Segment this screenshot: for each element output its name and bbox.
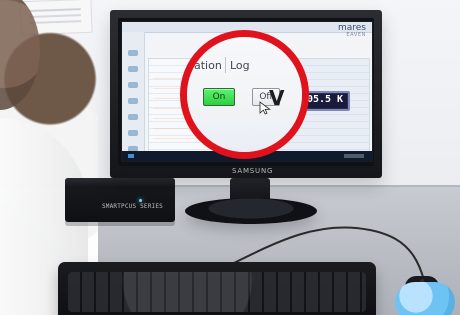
tab-divider (225, 57, 226, 73)
mouse-cursor-icon (259, 100, 273, 115)
zoom-tabs: ation Log (194, 53, 302, 75)
left-tool-icon (128, 98, 138, 104)
screen-brand-small: EAVEN (346, 32, 366, 38)
tab-ation[interactable]: ation (194, 59, 222, 72)
device-top (65, 178, 175, 188)
monitor-brand: SAMSUNG (232, 167, 274, 175)
on-button[interactable]: On (203, 88, 235, 106)
left-tool-icon (128, 66, 138, 72)
left-tool-icon (128, 114, 138, 120)
left-tool-icon (128, 50, 138, 56)
monitor-stand-base (185, 198, 317, 224)
person-hair (0, 0, 40, 110)
device-label: SMARTPCUS SERIES (102, 203, 163, 210)
gloved-hand (395, 282, 455, 315)
screen-brand: mares EAVEN (338, 23, 366, 38)
keyboard-keys (68, 272, 366, 312)
tab-log[interactable]: Log (230, 59, 250, 72)
left-tool-icon (128, 130, 138, 136)
screen-leftbar (122, 32, 145, 161)
keyboard (58, 262, 376, 315)
left-tool-icon (128, 82, 138, 88)
zoom-callout-circle: ation Log On Off V (180, 30, 309, 159)
device-led (139, 199, 142, 202)
photo-scene: SMARTPCUS SERIES mares EAVEN 305.5 K SAM… (0, 0, 460, 315)
